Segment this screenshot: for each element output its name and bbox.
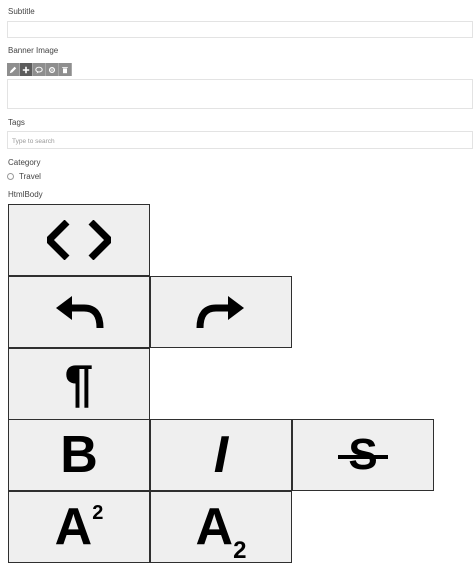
category-label: Category <box>8 158 41 167</box>
undo-button[interactable] <box>8 276 150 348</box>
gear-icon <box>48 66 56 73</box>
paragraph-button[interactable]: ¶ <box>8 348 150 420</box>
code-view-button[interactable] <box>8 204 150 276</box>
superscript-button[interactable]: A2 <box>8 491 150 563</box>
strikethrough-button[interactable]: S <box>292 419 434 491</box>
travel-radio-label: Travel <box>19 172 41 181</box>
delete-button[interactable] <box>59 63 72 76</box>
subscript-letter: A <box>195 498 234 556</box>
italic-button[interactable]: I <box>150 419 292 491</box>
htmlbody-label: HtmlBody <box>8 190 43 199</box>
pencil-icon <box>9 66 17 73</box>
pilcrow-icon: ¶ <box>64 355 94 413</box>
undo-icon <box>56 296 104 329</box>
banner-image-toolbar <box>7 63 72 76</box>
subscript-icon: A2 <box>195 498 247 563</box>
subtitle-input[interactable] <box>7 21 473 38</box>
subscript-digit: 2 <box>233 537 247 564</box>
superscript-icon: A2 <box>55 501 104 553</box>
edit-button[interactable] <box>7 63 20 76</box>
redo-icon <box>196 296 244 329</box>
comment-icon <box>35 66 43 74</box>
superscript-letter: A <box>54 498 93 556</box>
bold-icon: B <box>60 426 98 484</box>
trash-icon <box>62 66 68 73</box>
add-button[interactable] <box>20 63 33 76</box>
subtitle-label: Subtitle <box>8 7 35 16</box>
strikethrough-icon: S <box>338 433 388 477</box>
code-icon <box>47 220 111 260</box>
italic-icon: I <box>213 426 229 484</box>
bold-button[interactable]: B <box>8 419 150 491</box>
tags-input[interactable]: Type to search <box>7 131 473 149</box>
banner-image-label: Banner Image <box>8 46 59 55</box>
superscript-digit: 2 <box>92 502 104 524</box>
redo-button[interactable] <box>150 276 292 348</box>
category-option-travel[interactable]: Travel <box>7 172 41 181</box>
tags-placeholder: Type to search <box>12 138 55 145</box>
comment-button[interactable] <box>33 63 46 76</box>
banner-image-dropzone[interactable] <box>7 79 473 109</box>
tags-label: Tags <box>8 118 25 127</box>
settings-button[interactable] <box>46 63 59 76</box>
subscript-button[interactable]: A2 <box>150 491 292 563</box>
travel-radio[interactable] <box>7 173 14 180</box>
plus-icon <box>22 66 30 73</box>
